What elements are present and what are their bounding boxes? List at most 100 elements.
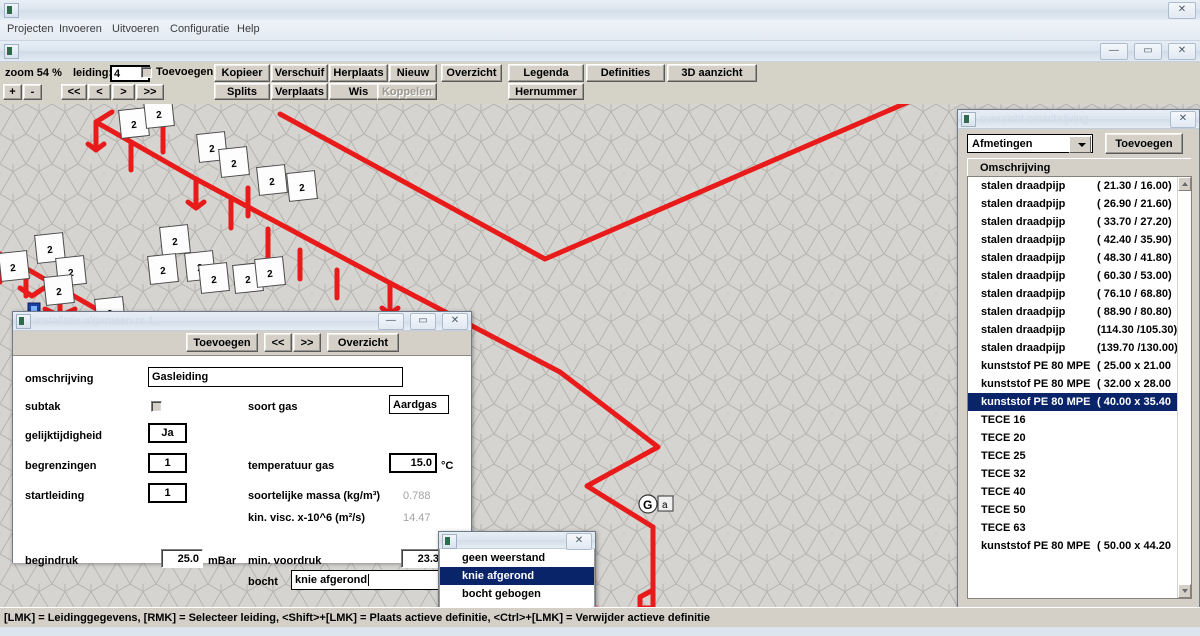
- minimize-icon[interactable]: —: [378, 313, 404, 330]
- definition-name: stalen draadpijp: [968, 216, 1097, 228]
- definities-button[interactable]: Definities: [586, 64, 665, 82]
- bocht-label: bocht: [248, 576, 278, 588]
- zoom-in-button[interactable]: +: [3, 84, 22, 100]
- close-icon[interactable]: ✕: [442, 313, 468, 330]
- definition-name: stalen draadpijp: [968, 234, 1097, 246]
- koppelen-label: Koppelen: [382, 86, 432, 98]
- definition-row[interactable]: stalen draadpijp( 21.30 / 16.00): [968, 177, 1178, 195]
- soortelijke-massa-label: soortelijke massa (kg/m³): [248, 490, 380, 502]
- props-next-button[interactable]: >>: [293, 333, 321, 352]
- first-button[interactable]: <<: [61, 84, 87, 100]
- splits-button[interactable]: Splits: [214, 83, 270, 100]
- restore-icon[interactable]: ▭: [1134, 43, 1162, 60]
- props-prev-button[interactable]: <<: [264, 333, 292, 352]
- definitions-list[interactable]: stalen draadpijp( 21.30 / 16.00)stalen d…: [967, 176, 1192, 599]
- subtak-checkbox[interactable]: [151, 401, 162, 412]
- leiding-label: leiding:: [73, 67, 112, 79]
- definition-name: kunststof PE 80 MPE: [968, 360, 1097, 372]
- next-button[interactable]: >: [112, 84, 135, 100]
- definition-row[interactable]: stalen draadpijp( 60.30 / 53.00): [968, 267, 1178, 285]
- definition-name: stalen draadpijp: [968, 252, 1097, 264]
- verschuif-button[interactable]: Verschuif: [271, 64, 328, 82]
- menu-item-help[interactable]: Help: [234, 23, 263, 35]
- node-marker-g: G: [639, 495, 657, 513]
- scroll-down-icon[interactable]: [1178, 584, 1191, 598]
- definition-row[interactable]: stalen draadpijp(139.70 /130.00): [968, 339, 1178, 357]
- definitions-scrollbar[interactable]: [1177, 177, 1191, 598]
- kopieer-label: Kopieer: [222, 67, 263, 79]
- toevoegen-button[interactable]: Toevoegen: [1105, 133, 1183, 154]
- bocht-option[interactable]: geen weerstand: [440, 549, 594, 567]
- definition-row[interactable]: TECE 32: [968, 465, 1178, 483]
- kopieer-button[interactable]: Kopieer: [214, 64, 270, 82]
- definition-row[interactable]: TECE 40: [968, 483, 1178, 501]
- last-button[interactable]: >>: [136, 84, 164, 100]
- startleiding-value[interactable]: 1: [148, 483, 187, 503]
- last-icon: >>: [144, 86, 157, 98]
- gelijktijdigheid-label: gelijktijdigheid: [25, 430, 102, 442]
- 3d-aanzicht-button[interactable]: 3D aanzicht: [667, 64, 757, 82]
- legenda-button[interactable]: Legenda: [508, 64, 584, 82]
- definition-row[interactable]: kunststof PE 80 MPE( 32.00 x 28.00: [968, 375, 1178, 393]
- definition-row[interactable]: stalen draadpijp( 88.90 / 80.80): [968, 303, 1178, 321]
- nieuw-button[interactable]: Nieuw: [389, 64, 437, 82]
- status-bar: [LMK] = Leidinggegevens, [RMK] = Selecte…: [0, 607, 1200, 628]
- definition-row[interactable]: stalen draadpijp( 33.70 / 27.20): [968, 213, 1178, 231]
- menu-item-invoeren[interactable]: Invoeren: [56, 23, 105, 35]
- definities-label: Definities: [601, 67, 651, 79]
- bocht-option-list[interactable]: geen weerstandknie afgerondbocht gebogen: [439, 549, 595, 611]
- toevoegen-checkbox[interactable]: Toevoegen: [141, 66, 213, 78]
- afmetingen-select[interactable]: Afmetingen: [967, 134, 1093, 153]
- bocht-option[interactable]: knie afgerond: [440, 567, 594, 585]
- props-toevoegen-button[interactable]: Toevoegen: [186, 333, 258, 352]
- min-voordruk-value[interactable]: 23.3: [401, 549, 443, 568]
- scroll-up-icon[interactable]: [1178, 177, 1191, 191]
- restore-icon[interactable]: ▭: [410, 313, 436, 330]
- definition-row[interactable]: stalen draadpijp( 26.90 / 21.60): [968, 195, 1178, 213]
- definition-row[interactable]: stalen draadpijp( 42.40 / 35.90): [968, 231, 1178, 249]
- minimize-icon[interactable]: —: [1100, 43, 1128, 60]
- bocht-option[interactable]: bocht gebogen: [440, 585, 594, 603]
- definition-row[interactable]: stalen draadpijp(114.30 /105.30): [968, 321, 1178, 339]
- menu-item-configuratie[interactable]: Configuratie: [167, 23, 232, 35]
- definition-row[interactable]: TECE 25: [968, 447, 1178, 465]
- herplaats-button[interactable]: Herplaats: [329, 64, 388, 82]
- definition-row[interactable]: kunststof PE 80 MPE( 25.00 x 21.00: [968, 357, 1178, 375]
- definition-row[interactable]: kunststof PE 80 MPE( 50.00 x 44.20: [968, 537, 1178, 555]
- omschrijving-input[interactable]: Gasleiding: [148, 367, 403, 387]
- verschuif-label: Verschuif: [275, 67, 325, 79]
- checkbox-box[interactable]: [141, 67, 152, 78]
- bocht-input[interactable]: knie afgerond: [291, 570, 444, 590]
- close-icon[interactable]: ✕: [1170, 111, 1196, 128]
- definition-row[interactable]: kunststof PE 80 MPE( 40.00 x 35.40: [968, 393, 1178, 411]
- menu-item-uitvoeren[interactable]: Uitvoeren: [109, 23, 162, 35]
- subtak-label: subtak: [25, 401, 60, 413]
- popup-icon: [442, 534, 457, 549]
- hernummer-button[interactable]: Hernummer: [508, 83, 584, 100]
- props-prev-label: <<: [272, 337, 285, 349]
- overzicht-button[interactable]: Overzicht: [441, 64, 502, 82]
- definition-row[interactable]: TECE 16: [968, 411, 1178, 429]
- definition-row[interactable]: stalen draadpijp( 48.30 / 41.80): [968, 249, 1178, 267]
- close-icon[interactable]: ✕: [1168, 2, 1196, 19]
- close-icon[interactable]: ✕: [1168, 43, 1196, 60]
- startleiding-label: startleiding: [25, 490, 84, 502]
- definition-row[interactable]: TECE 63: [968, 519, 1178, 537]
- soort-gas-value[interactable]: Aardgas: [389, 395, 449, 414]
- definition-name: TECE 20: [968, 432, 1097, 444]
- bocht-dropdown-popup: ✕ geen weerstandknie afgerondbocht gebog…: [438, 531, 596, 613]
- chevron-down-icon[interactable]: [1069, 136, 1091, 153]
- gelijktijdigheid-value[interactable]: Ja: [148, 423, 187, 443]
- definition-row[interactable]: TECE 20: [968, 429, 1178, 447]
- begrenzingen-value[interactable]: 1: [148, 453, 187, 473]
- zoom-out-button[interactable]: -: [23, 84, 42, 100]
- begindruk-value[interactable]: 25.0: [161, 549, 203, 568]
- definition-row[interactable]: TECE 50: [968, 501, 1178, 519]
- prev-button[interactable]: <: [88, 84, 111, 100]
- menu-item-projecten[interactable]: Projecten: [4, 23, 56, 35]
- definition-row[interactable]: stalen draadpijp( 76.10 / 68.80): [968, 285, 1178, 303]
- close-icon[interactable]: ✕: [566, 533, 592, 550]
- verplaats-button[interactable]: Verplaats: [271, 83, 328, 100]
- props-overzicht-button[interactable]: Overzicht: [327, 333, 399, 352]
- temperatuur-gas-value[interactable]: 15.0: [389, 453, 437, 473]
